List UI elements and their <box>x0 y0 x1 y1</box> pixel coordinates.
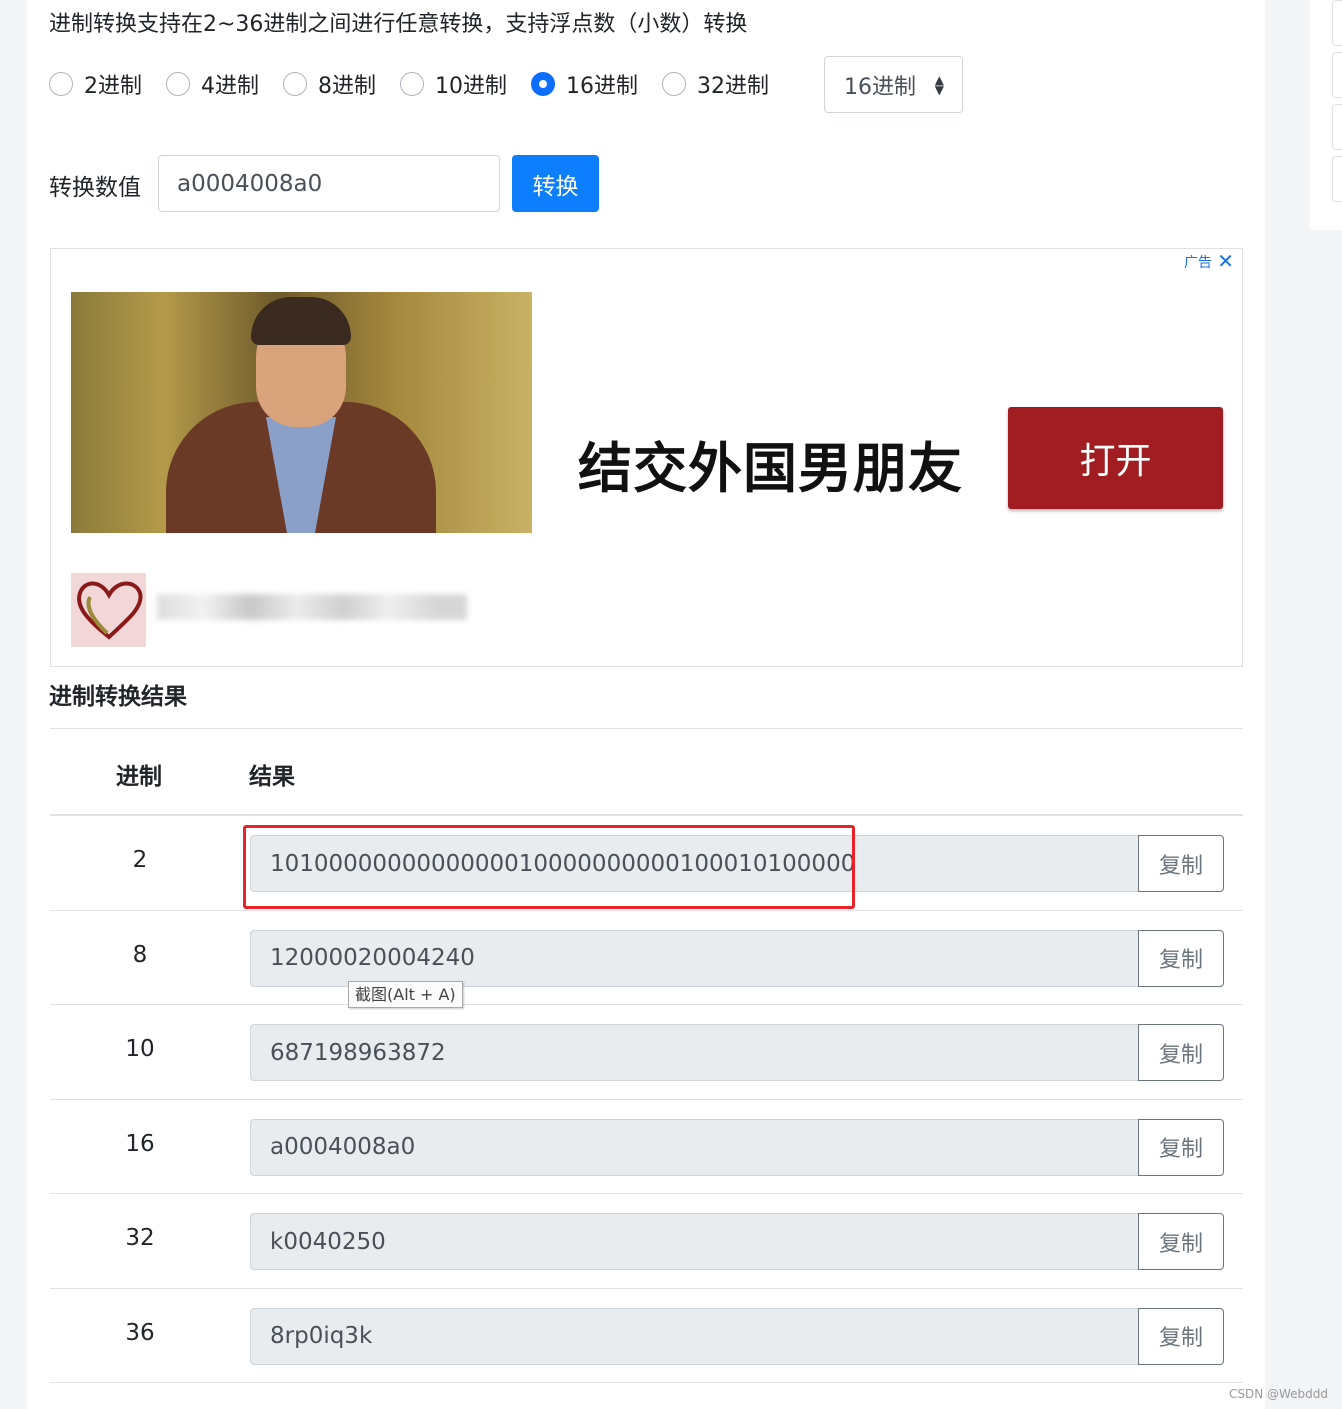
radio-circle[interactable] <box>283 72 307 96</box>
row-radix: 8 <box>132 941 148 968</box>
heart-logo-icon[interactable] <box>71 573 146 647</box>
result-field[interactable] <box>250 929 1139 987</box>
copy-button[interactable]: 复制 <box>1138 1118 1224 1176</box>
row-radix: 36 <box>125 1319 155 1346</box>
radio-label: 4进制 <box>201 74 259 99</box>
copy-button[interactable]: 复制 <box>1138 1024 1224 1081</box>
result-table: 进制 结果 2 复制 8 复制 10 复制 16 复制 32 复制 36 复制 <box>50 728 1243 1383</box>
row-radix: 10 <box>125 1036 155 1062</box>
row-radix: 32 <box>125 1225 155 1251</box>
radio-16[interactable]: 16进制 <box>531 68 638 100</box>
header-radix: 进制 <box>116 764 162 790</box>
radio-circle[interactable] <box>400 72 424 96</box>
radio-8[interactable]: 8进制 <box>283 68 376 100</box>
convert-label: 转换数值 <box>49 175 141 201</box>
row-radix: 2 <box>132 847 148 873</box>
side-panel <box>1310 0 1342 230</box>
radix-select[interactable]: 16进制 ▲ ▼ <box>824 56 963 113</box>
copy-button[interactable]: 复制 <box>1138 835 1224 892</box>
convert-input[interactable] <box>158 155 500 212</box>
ad-open-button[interactable]: 打开 <box>1008 407 1223 509</box>
radix-radio-group: 2进制 4进制 8进制 10进制 16进制 32进制 <box>49 56 793 112</box>
table-header: 进制 结果 <box>50 729 1243 816</box>
result-field[interactable] <box>250 1024 1139 1081</box>
result-field[interactable] <box>250 1307 1139 1365</box>
radio-circle[interactable] <box>49 72 73 96</box>
side-tab[interactable] <box>1332 104 1342 150</box>
ad-banner[interactable]: 广告 ✕ 结交外国男朋友 打开 <box>50 248 1243 667</box>
table-row: 16 复制 <box>50 1100 1243 1194</box>
table-row: 8 复制 <box>50 911 1243 1005</box>
photo-hair <box>251 297 351 345</box>
ad-blurred-url <box>157 594 467 620</box>
radio-circle[interactable] <box>662 72 686 96</box>
radio-4[interactable]: 4进制 <box>166 68 259 100</box>
header-result: 结果 <box>249 764 295 790</box>
intro-text: 进制转换支持在2~36进制之间进行任意转换，支持浮点数（小数）转换 <box>49 12 748 37</box>
sort-caret-icon: ▲ ▼ <box>934 73 944 97</box>
ad-headline[interactable]: 结交外国男朋友 <box>578 424 963 503</box>
radio-label: 8进制 <box>318 74 376 99</box>
radio-2[interactable]: 2进制 <box>49 68 142 100</box>
side-tab[interactable] <box>1332 52 1342 98</box>
radio-label: 32进制 <box>697 74 769 99</box>
result-title: 进制转换结果 <box>49 684 187 710</box>
side-tab[interactable] <box>1332 156 1342 202</box>
copy-button[interactable]: 复制 <box>1138 1213 1224 1270</box>
ad-photo[interactable] <box>71 292 532 533</box>
radio-10[interactable]: 10进制 <box>400 68 507 100</box>
table-row: 32 复制 <box>50 1194 1243 1289</box>
table-row: 10 复制 <box>50 1005 1243 1100</box>
radio-label: 2进制 <box>84 74 142 99</box>
radio-label: 16进制 <box>566 74 638 99</box>
radix-select-value: 16进制 <box>844 74 916 100</box>
radio-circle[interactable] <box>531 72 555 96</box>
ad-tag: 广告 <box>1184 255 1212 271</box>
radio-label: 10进制 <box>435 74 507 99</box>
result-field[interactable] <box>250 1118 1139 1176</box>
copy-button[interactable]: 复制 <box>1138 929 1224 987</box>
radio-circle[interactable] <box>166 72 190 96</box>
convert-button[interactable]: 转换 <box>512 155 599 212</box>
result-field[interactable] <box>250 1213 1139 1270</box>
screenshot-tooltip: 截图(Alt + A) <box>348 981 463 1008</box>
close-icon[interactable]: ✕ <box>1217 249 1234 273</box>
table-row: 36 复制 <box>50 1289 1243 1383</box>
side-tab[interactable] <box>1332 0 1342 46</box>
copy-button[interactable]: 复制 <box>1138 1307 1224 1365</box>
watermark: CSDN @Webddd <box>1228 1387 1328 1401</box>
radio-32[interactable]: 32进制 <box>662 68 769 100</box>
table-row: 2 复制 <box>50 816 1243 911</box>
result-field[interactable] <box>250 835 1139 892</box>
row-radix: 16 <box>125 1130 155 1157</box>
